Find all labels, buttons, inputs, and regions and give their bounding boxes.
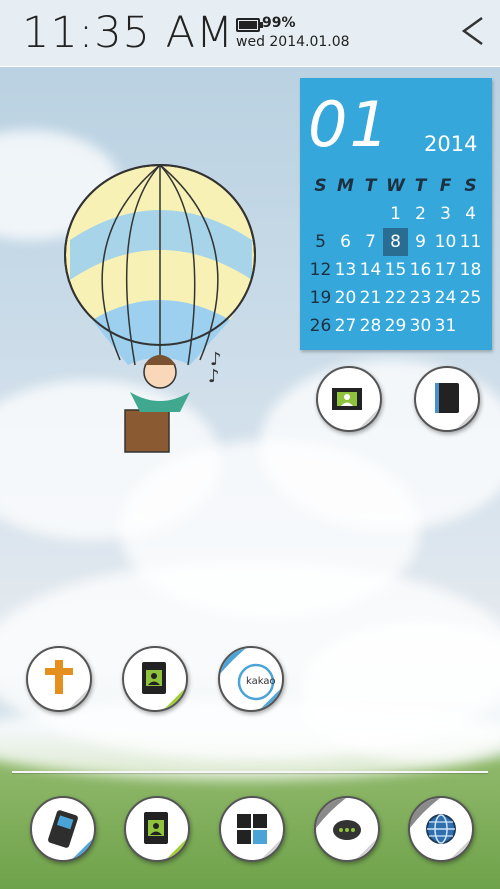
calendar-day[interactable]: 3: [433, 200, 458, 228]
weekday-label: T: [364, 176, 377, 196]
calendar-day[interactable]: [308, 200, 333, 228]
battery-icon: [236, 18, 263, 32]
calendar-weekday-header: S M T W T F S: [308, 172, 488, 200]
weekday-label: F: [439, 176, 452, 196]
dock-divider: [12, 771, 488, 773]
calendar-week-row: 5 6 7 8 9 10 11: [308, 228, 488, 256]
calendar-day[interactable]: 1: [383, 200, 408, 228]
gallery-app-button[interactable]: [316, 366, 382, 432]
calendar-day[interactable]: 23: [408, 284, 433, 312]
apps-dock-button[interactable]: [219, 796, 285, 862]
calendar-day[interactable]: 26: [308, 312, 333, 340]
messages-dock-button[interactable]: [314, 796, 380, 862]
calendar-day[interactable]: 2: [408, 200, 433, 228]
calendar-day[interactable]: 28: [358, 312, 383, 340]
calendar-week-row: 19 20 21 22 23 24 25: [308, 284, 488, 312]
calendar-day[interactable]: [333, 200, 358, 228]
calendar-day[interactable]: 13: [333, 256, 358, 284]
calendar-month: 01: [308, 88, 391, 161]
calendar-day[interactable]: 22: [383, 284, 408, 312]
calendar-day[interactable]: [458, 312, 483, 340]
weekday-label: S: [314, 176, 327, 196]
browser-dock-button[interactable]: [408, 796, 474, 862]
calendar-day[interactable]: 19: [308, 284, 333, 312]
calendar-day[interactable]: 31: [433, 312, 458, 340]
calendar-day[interactable]: 25: [458, 284, 483, 312]
back-chevron-icon[interactable]: [458, 14, 488, 48]
status-date: wed 2014.01.08: [236, 34, 350, 50]
calendar-day[interactable]: 6: [333, 228, 358, 256]
status-bar: 11:35 AM 99% wed 2014.01.08: [0, 0, 500, 67]
svg-text:♪: ♪: [208, 366, 220, 387]
calendar-year: 2014: [424, 132, 478, 156]
calendar-day[interactable]: 24: [433, 284, 458, 312]
calendar-day[interactable]: 21: [358, 284, 383, 312]
calendar-day[interactable]: 9: [408, 228, 433, 256]
weekday-label: T: [414, 176, 427, 196]
calendar-day[interactable]: 27: [333, 312, 358, 340]
calendar-day[interactable]: 18: [458, 256, 483, 284]
calendar-day[interactable]: 12: [308, 256, 333, 284]
battery-percent: 99%: [262, 15, 296, 31]
phone-dock-button[interactable]: [30, 796, 96, 862]
contacts-app-button[interactable]: [122, 646, 188, 712]
weekday-label: M: [337, 176, 354, 196]
calendar-day[interactable]: 17: [433, 256, 458, 284]
bible-app-button[interactable]: [26, 646, 92, 712]
calendar-week-row: 26 27 28 29 30 31: [308, 312, 488, 340]
contacts-dock-button[interactable]: [124, 796, 190, 862]
calendar-week-row: 12 13 14 15 16 17 18: [308, 256, 488, 284]
calendar-day[interactable]: 30: [408, 312, 433, 340]
calendar-day[interactable]: 11: [458, 228, 483, 256]
calendar-day[interactable]: 7: [358, 228, 383, 256]
clock: 11:35 AM: [22, 8, 235, 58]
calendar-day[interactable]: 14: [358, 256, 383, 284]
calendar-day[interactable]: 10: [433, 228, 458, 256]
calendar-day[interactable]: 20: [333, 284, 358, 312]
calendar-widget[interactable]: 01 2014 S M T W T F S 1 2 3 4 5 6 7 8 9 …: [300, 78, 492, 350]
calendar-day-today[interactable]: 8: [383, 228, 408, 256]
weekday-label: W: [386, 176, 405, 196]
calendar-week-row: 1 2 3 4: [308, 200, 488, 228]
hot-air-balloon-illustration: ♪ ♪: [64, 164, 256, 453]
calendar-day[interactable]: 15: [383, 256, 408, 284]
ebook-app-button[interactable]: [414, 366, 480, 432]
kakao-label: kakao: [246, 676, 276, 687]
calendar-day[interactable]: 29: [383, 312, 408, 340]
calendar-day[interactable]: [358, 200, 383, 228]
calendar-day[interactable]: 16: [408, 256, 433, 284]
calendar-day[interactable]: 5: [308, 228, 333, 256]
weekday-label: S: [464, 176, 477, 196]
calendar-day[interactable]: 4: [458, 200, 483, 228]
